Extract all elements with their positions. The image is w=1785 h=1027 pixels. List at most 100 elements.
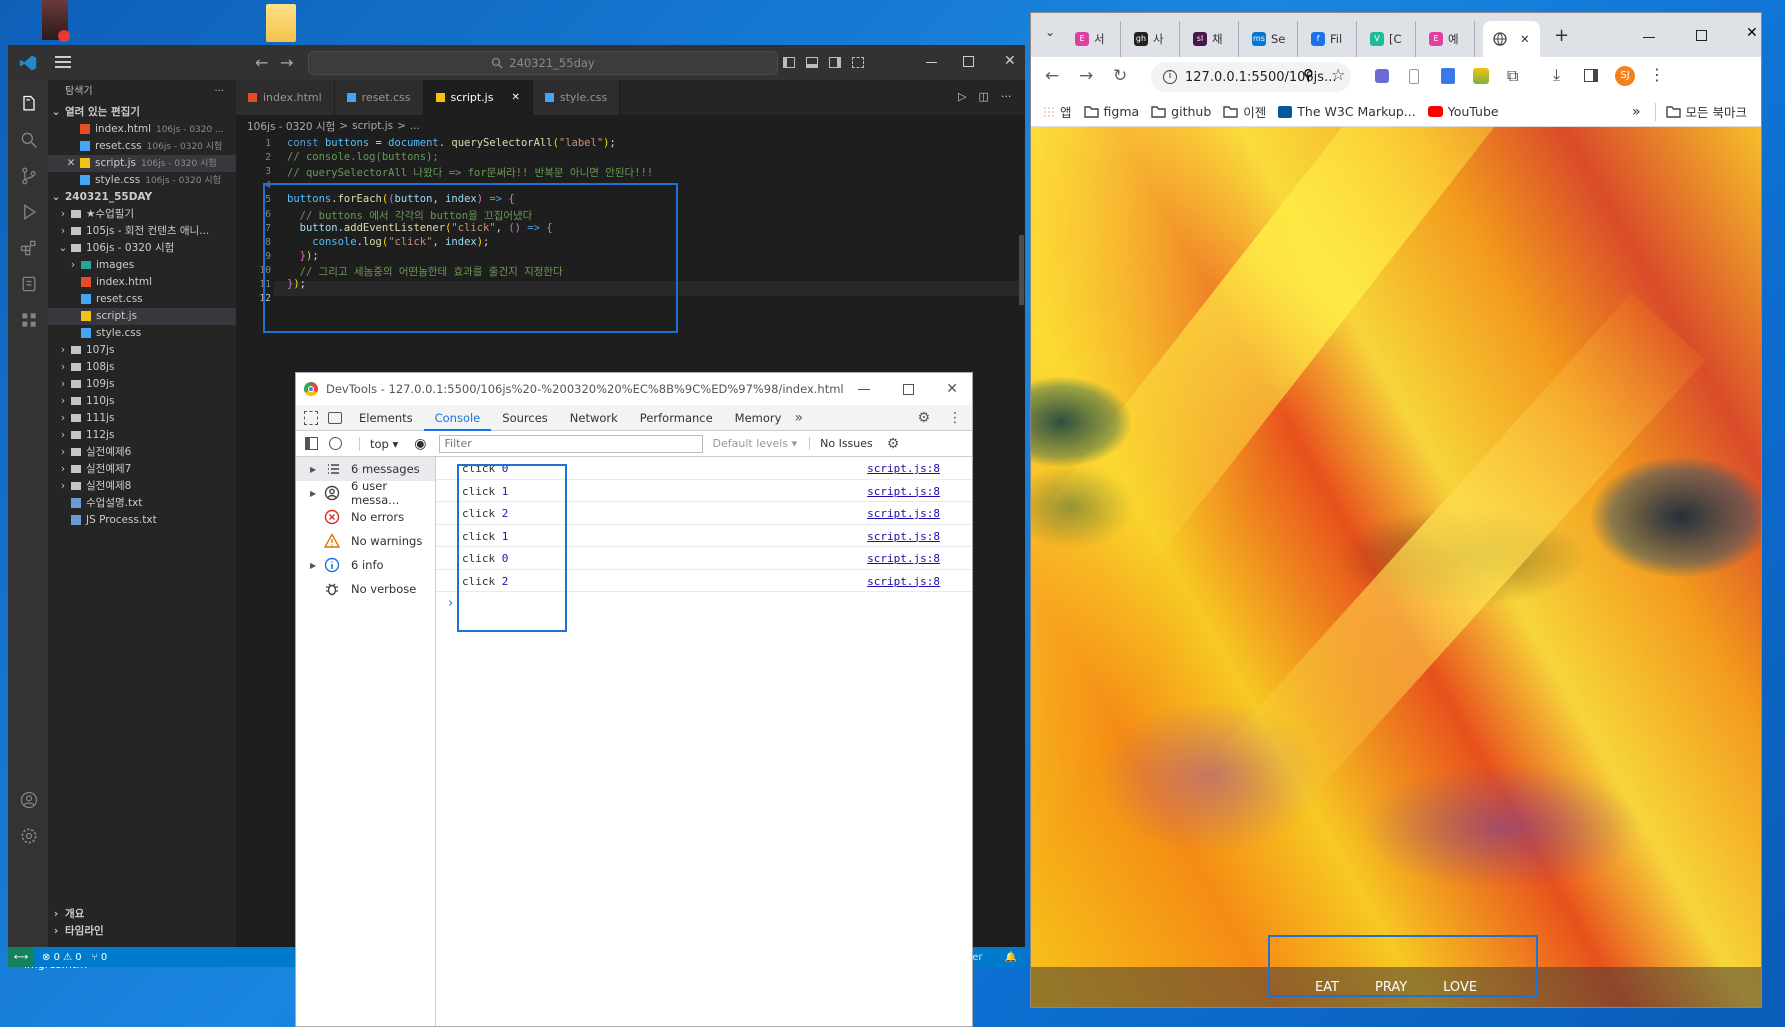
maximize-icon[interactable] [903, 383, 915, 395]
console-filter-item[interactable]: No errors [296, 505, 435, 529]
breadcrumb-item[interactable]: 106js - 0320 시험 [247, 119, 335, 134]
new-tab-icon[interactable]: + [1554, 25, 1569, 46]
console-filter-item[interactable]: ▶ 6 info [296, 553, 435, 577]
editor-scrollbar[interactable] [1019, 235, 1024, 305]
live-expression-eye-icon[interactable]: ◉ [414, 436, 426, 452]
toggle-sidebar-icon[interactable] [783, 57, 795, 68]
open-editor-item[interactable]: reset.css 106js - 0320 시험 [48, 138, 236, 155]
tab-style-css[interactable]: style.css [532, 80, 621, 115]
browser-tab[interactable]: E예 [1423, 21, 1475, 57]
toggle-panel-icon[interactable] [806, 57, 818, 68]
settings-gear-icon[interactable]: ⚙ [917, 410, 930, 426]
folder-item[interactable]: › images [48, 257, 236, 274]
folder-item[interactable]: › 실전예제8 [48, 478, 236, 495]
source-link[interactable]: script.js:8 [867, 575, 940, 588]
breadcrumb-item[interactable]: script.js [352, 120, 393, 132]
split-editor-icon[interactable]: ◫ [978, 90, 988, 103]
folder-item[interactable]: › 112js [48, 427, 236, 444]
console-filter-item[interactable]: ▶ 6 messages [296, 457, 435, 481]
bookmark-item[interactable]: github [1151, 104, 1211, 119]
remote-explorer-icon[interactable] [19, 274, 39, 294]
context-selector[interactable]: top ▾ [359, 436, 398, 451]
side-panel-icon[interactable] [1584, 69, 1598, 82]
source-link[interactable]: script.js:8 [867, 552, 940, 565]
filter-input[interactable] [438, 434, 703, 453]
settings-gear-icon[interactable] [19, 826, 39, 846]
browser-tab[interactable]: E서 [1069, 21, 1121, 57]
devtools-tab-elements[interactable]: Elements [348, 405, 424, 431]
menu-icon[interactable] [55, 56, 71, 68]
folder-item[interactable]: › ★수업필기 [48, 206, 236, 223]
run-debug-icon[interactable] [19, 202, 39, 222]
devtools-tab-performance[interactable]: Performance [629, 405, 724, 431]
clear-console-icon[interactable] [329, 437, 342, 450]
folder-item[interactable]: › 111js [48, 410, 236, 427]
console-filter-item[interactable]: No warnings [296, 529, 435, 553]
close-window-icon[interactable]: ✕ [946, 381, 958, 397]
tab-index-html[interactable]: index.html [236, 80, 335, 115]
address-bar[interactable]: i 127.0.0.1:5500/106js... [1151, 62, 1351, 92]
source-link[interactable]: script.js:8 [867, 485, 940, 498]
bookmark-item[interactable]: figma [1083, 104, 1139, 119]
all-bookmarks-folder[interactable]: 모든 북마크 [1665, 102, 1747, 121]
devtools-tab-sources[interactable]: Sources [491, 405, 559, 431]
profile-avatar[interactable]: SJ [1615, 66, 1635, 86]
command-center-search[interactable]: 240321_55day [308, 51, 778, 75]
minimize-icon[interactable] [858, 388, 871, 390]
file-item[interactable]: 수업설명.txt [48, 495, 236, 512]
more-icon[interactable]: ··· [1001, 90, 1012, 103]
file-item[interactable]: reset.css [48, 291, 236, 308]
close-tab-icon[interactable]: ✕ [511, 92, 519, 103]
desktop-app-icon[interactable] [42, 0, 70, 42]
issues-counter[interactable]: No Issues [809, 437, 873, 450]
back-arrow-icon[interactable]: ← [255, 53, 268, 72]
expand-arrow-icon[interactable]: ▶ [310, 465, 316, 474]
tab-search-dropdown-icon[interactable]: ⌄ [1045, 25, 1055, 39]
tab-script-js[interactable]: script.js ✕ [423, 80, 533, 115]
file-item[interactable]: style.css [48, 325, 236, 342]
expand-arrow-icon[interactable]: ▶ [310, 489, 316, 498]
workspace-section[interactable]: ⌄ 240321_55DAY [48, 189, 236, 206]
download-icon[interactable]: ⤓ [1553, 65, 1560, 85]
file-item[interactable]: JS Process.txt [48, 512, 236, 529]
close-window-icon[interactable]: ✕ [1004, 53, 1016, 69]
more-bookmarks-icon[interactable]: » [1632, 104, 1641, 120]
close-window-icon[interactable]: ✕ [1746, 25, 1758, 41]
folder-item[interactable]: ⌄ 106js - 0320 시험 [48, 240, 236, 257]
browser-tab[interactable]: sl 채 [1187, 21, 1239, 57]
breadcrumb-item[interactable]: ... [410, 120, 420, 132]
expand-arrow-icon[interactable]: ▶ [310, 561, 316, 570]
run-icon[interactable]: ▷ [958, 90, 966, 103]
forward-arrow-icon[interactable]: → [1079, 66, 1093, 86]
toggle-secondary-sidebar-icon[interactable] [829, 57, 841, 68]
kebab-menu-icon[interactable]: ⋮ [1649, 65, 1665, 84]
file-item[interactable]: script.js [48, 308, 236, 325]
source-link[interactable]: script.js:8 [867, 530, 940, 543]
forward-arrow-icon[interactable]: → [280, 53, 293, 72]
devtools-tab-memory[interactable]: Memory [724, 405, 793, 431]
open-editor-item[interactable]: index.html 106js - 0320 ... [48, 121, 236, 138]
search-sidebar-icon[interactable] [19, 130, 39, 150]
bookmark-item[interactable]: 앱 [1043, 102, 1072, 121]
folder-item[interactable]: › 110js [48, 393, 236, 410]
zoom-icon[interactable]: ⚲ [1303, 66, 1314, 84]
reload-icon[interactable]: ↻ [1113, 66, 1127, 86]
extension-3-icon[interactable] [1441, 68, 1455, 84]
maximize-icon[interactable] [1696, 30, 1707, 41]
outline-section[interactable]: › 개요 [48, 906, 236, 923]
ports-indicator[interactable]: ⑂ 0 [92, 952, 108, 963]
browser-tab[interactable]: f Fil [1305, 21, 1357, 57]
sidebar-toggle-icon[interactable] [305, 437, 318, 450]
source-link[interactable]: script.js:8 [867, 507, 940, 520]
site-info-icon[interactable]: i [1163, 70, 1177, 84]
accounts-icon[interactable] [19, 790, 39, 810]
extensions-icon[interactable] [19, 238, 39, 258]
tab-active[interactable]: ✕ [1483, 21, 1540, 57]
back-arrow-icon[interactable]: ← [1045, 66, 1059, 86]
browser-tab[interactable]: ms Se [1246, 21, 1298, 57]
errors-indicator[interactable]: ⊗ 0 ⚠ 0 [42, 952, 82, 963]
kebab-menu-icon[interactable]: ⋮ [948, 410, 962, 426]
inspect-element-icon[interactable] [304, 410, 318, 425]
more-actions-icon[interactable]: ··· [214, 80, 224, 104]
folder-desktop-icon[interactable] [266, 4, 296, 42]
